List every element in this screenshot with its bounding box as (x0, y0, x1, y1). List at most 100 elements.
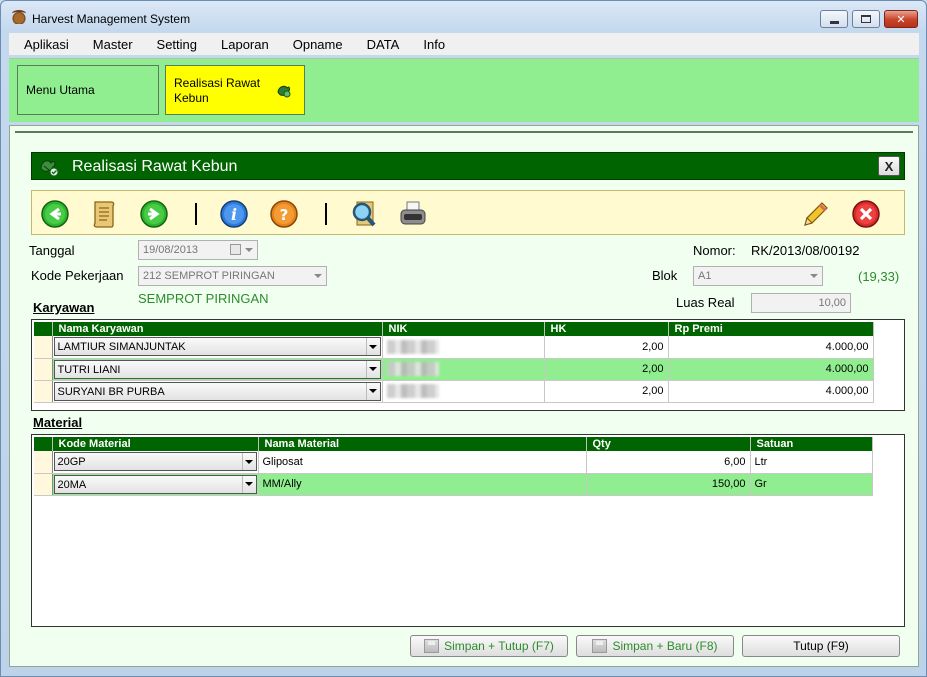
chevron-down-icon (369, 344, 377, 349)
luas-real-field[interactable]: 10,00 (751, 293, 851, 313)
tab-menu-utama[interactable]: Menu Utama (17, 65, 159, 115)
column-header-nik[interactable]: NIK (382, 322, 545, 336)
hk-cell[interactable]: 2,00 (544, 336, 669, 359)
row-selector[interactable] (34, 336, 53, 359)
table-row[interactable]: LAMTIUR SIMANJUNTAK 2,00 4.000,00 (34, 336, 874, 359)
row-selector[interactable] (34, 358, 53, 381)
kode-dropdown-button[interactable] (241, 475, 256, 493)
menu-laporan[interactable]: Laporan (207, 37, 279, 52)
nama-material-cell[interactable]: Gliposat (258, 451, 587, 474)
form-panel: Realisasi Rawat Kebun X i ? Tanggal 19/0… (15, 131, 913, 661)
nama-material-cell[interactable]: MM/Ally (258, 473, 587, 496)
hk-cell[interactable]: 2,00 (544, 380, 669, 403)
row-selector[interactable] (34, 380, 53, 403)
kode-dropdown-button[interactable] (241, 453, 256, 471)
kode-pekerjaan-select[interactable]: 212 SEMPROT PIRINGAN (138, 266, 327, 286)
menu-setting[interactable]: Setting (143, 37, 207, 52)
pencil-icon (804, 202, 828, 226)
kode-material-select[interactable]: 20MA (53, 474, 257, 494)
premi-cell[interactable]: 4.000,00 (668, 358, 874, 381)
back-button[interactable] (40, 199, 70, 229)
menu-bar: Aplikasi Master Setting Laporan Opname D… (9, 33, 919, 55)
column-header-kode-material[interactable]: Kode Material (52, 437, 259, 451)
toolbar: i ? (31, 190, 905, 235)
list-button[interactable] (89, 199, 119, 229)
chevron-down-icon (369, 389, 377, 393)
luas-real-label: Luas Real (676, 295, 735, 310)
material-grid: Kode Material Nama Material Qty Satuan 2… (31, 434, 905, 627)
edit-button[interactable] (801, 199, 831, 229)
tab-realisasi-rawat-kebun[interactable]: Realisasi Rawat Kebun (165, 65, 305, 115)
column-header-satuan[interactable]: Satuan (750, 437, 873, 451)
blok-dropdown-button[interactable] (806, 267, 822, 285)
close-window-button[interactable]: ✕ (884, 10, 918, 28)
menu-aplikasi[interactable]: Aplikasi (9, 37, 79, 52)
table-row[interactable]: 20GP Gliposat 6,00 Ltr (34, 451, 873, 474)
toolbar-separator (195, 203, 197, 225)
satuan-cell[interactable]: Gr (750, 473, 873, 496)
column-header-hk[interactable]: HK (544, 322, 669, 336)
nama-dropdown-button[interactable] (365, 382, 380, 400)
qty-cell[interactable]: 150,00 (586, 473, 751, 496)
nama-karyawan-value: LAMTIUR SIMANJUNTAK (57, 341, 186, 354)
kode-material-value: 20GP (57, 456, 86, 469)
hk-cell[interactable]: 2,00 (544, 358, 669, 381)
redacted-nik (386, 362, 439, 376)
blok-value: A1 (698, 270, 712, 282)
search-button[interactable] (349, 199, 379, 229)
kode-material-select[interactable]: 20GP (53, 452, 257, 472)
table-row[interactable]: 20MA MM/Ally 150,00 Gr (34, 473, 873, 496)
form-header: Realisasi Rawat Kebun X (31, 152, 905, 180)
tab-label: Menu Utama (26, 83, 95, 97)
column-header-rp-premi[interactable]: Rp Premi (668, 322, 874, 336)
simpan-tutup-button[interactable]: Simpan + Tutup (F7) (410, 635, 568, 657)
print-button[interactable] (398, 199, 428, 229)
simpan-baru-button[interactable]: Simpan + Baru (F8) (576, 635, 734, 657)
tanggal-field[interactable]: 19/08/2013 (138, 240, 258, 260)
forward-button[interactable] (139, 199, 169, 229)
table-row[interactable]: TUTRI LIANI 2,00 4.000,00 (34, 358, 874, 381)
premi-cell[interactable]: 4.000,00 (668, 380, 874, 403)
row-selector[interactable] (34, 451, 53, 474)
row-selector[interactable] (34, 473, 53, 496)
save-new-icon (592, 639, 608, 653)
date-dropdown-button[interactable] (241, 241, 257, 259)
blok-area: (19,33) (858, 269, 900, 284)
column-header-nama-material[interactable]: Nama Material (258, 437, 587, 451)
maximize-icon (861, 15, 871, 23)
karyawan-grid: Nama Karyawan NIK HK Rp Premi LAMTIUR SI… (31, 319, 905, 411)
menu-master[interactable]: Master (79, 37, 143, 52)
nama-dropdown-button[interactable] (365, 338, 380, 356)
kode-pekerjaan-dropdown-button[interactable] (310, 267, 326, 285)
window-title: Harvest Management System (32, 12, 191, 26)
column-header-nama-karyawan[interactable]: Nama Karyawan (52, 322, 383, 336)
nav-strip: Menu Utama Realisasi Rawat Kebun (9, 58, 919, 122)
nik-cell[interactable] (382, 336, 545, 359)
form-close-button[interactable]: X (878, 156, 900, 176)
nama-karyawan-select[interactable]: LAMTIUR SIMANJUNTAK (53, 337, 381, 357)
delete-button[interactable] (851, 199, 881, 229)
satuan-cell[interactable]: Ltr (750, 451, 873, 474)
help-button[interactable]: ? (269, 199, 299, 229)
nama-dropdown-button[interactable] (365, 360, 380, 378)
maximize-button[interactable] (852, 10, 880, 28)
chevron-down-icon (245, 459, 253, 464)
nama-karyawan-select[interactable]: TUTRI LIANI (53, 359, 381, 379)
premi-cell[interactable]: 4.000,00 (668, 336, 874, 359)
blok-select[interactable]: A1 (693, 266, 823, 286)
table-row[interactable]: SURYANI BR PURBA 2,00 4.000,00 (34, 380, 874, 403)
menu-info[interactable]: Info (409, 37, 455, 52)
column-header-qty[interactable]: Qty (586, 437, 751, 451)
nama-karyawan-select[interactable]: SURYANI BR PURBA (53, 381, 381, 401)
menu-data[interactable]: DATA (353, 37, 410, 52)
nama-karyawan-value: TUTRI LIANI (57, 363, 121, 376)
minimize-button[interactable] (820, 10, 848, 28)
qty-cell[interactable]: 6,00 (586, 451, 751, 474)
nik-cell[interactable] (382, 380, 545, 403)
nik-cell[interactable] (382, 358, 545, 381)
svg-text:?: ? (280, 206, 289, 224)
kode-pekerjaan-label: Kode Pekerjaan (31, 268, 124, 283)
menu-opname[interactable]: Opname (279, 37, 353, 52)
info-button[interactable]: i (219, 199, 249, 229)
tutup-button[interactable]: Tutup (F9) (742, 635, 900, 657)
